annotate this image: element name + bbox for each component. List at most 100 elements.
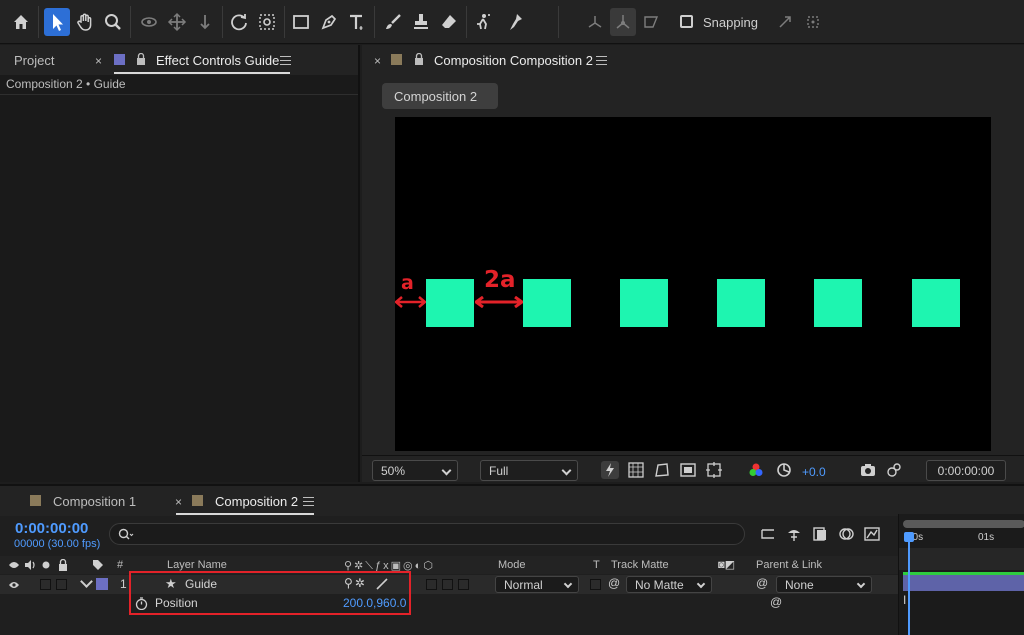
time-ruler[interactable] <box>899 548 1024 570</box>
solo-switch[interactable] <box>40 579 51 590</box>
viewer-controls: 50% Full +0.0 0:00:00:00 <box>362 455 1024 482</box>
frame-blending-icon[interactable] <box>812 526 828 542</box>
adjustment-switch[interactable] <box>426 579 437 590</box>
type-tool-icon[interactable] <box>344 8 370 36</box>
orbit-camera-icon[interactable] <box>136 8 162 36</box>
rectangle-tool-icon[interactable] <box>288 8 314 36</box>
puppet-tool-icon[interactable] <box>502 8 528 36</box>
panel-menu-icon[interactable] <box>596 56 607 65</box>
work-area-bar[interactable] <box>903 520 1024 528</box>
label-tag-icon[interactable] <box>92 559 104 571</box>
panel-menu-icon[interactable] <box>303 497 314 506</box>
header-layer-name[interactable]: Layer Name <box>167 559 227 571</box>
header-track-matte: Track Matte <box>611 559 669 571</box>
close-icon[interactable]: × <box>374 54 381 68</box>
layer-search-input[interactable] <box>109 523 745 545</box>
chevron-down-icon <box>561 465 572 476</box>
pan-camera-icon[interactable] <box>164 8 190 36</box>
header-parent-link: Parent & Link <box>756 559 823 571</box>
show-snapshot-icon[interactable] <box>886 462 902 478</box>
composition-breadcrumb-button[interactable]: Composition 2 <box>382 83 498 109</box>
color-channels-icon[interactable] <box>748 462 764 478</box>
home-icon[interactable] <box>8 8 34 36</box>
layer-label-color[interactable] <box>96 578 108 590</box>
breadcrumb: Composition 2 • Guide <box>6 77 126 91</box>
reset-exposure-icon[interactable] <box>776 462 792 478</box>
active-tab-underline <box>114 72 290 74</box>
effect-switch[interactable] <box>458 579 469 590</box>
motion-blur-icon[interactable] <box>838 526 854 542</box>
pan-behind-icon[interactable] <box>254 8 280 36</box>
axis-local-icon[interactable] <box>582 8 608 36</box>
timeline-current-time[interactable]: 0:00:00:00 <box>15 520 88 537</box>
cyan-square <box>523 279 571 327</box>
exposure-value[interactable]: +0.0 <box>802 465 826 479</box>
hand-tool-icon[interactable] <box>72 8 98 36</box>
expand-chevron-icon[interactable] <box>80 575 93 588</box>
camera-snapshot-icon[interactable] <box>860 462 876 478</box>
label-color-swatch <box>391 54 402 65</box>
close-icon[interactable]: × <box>95 54 102 68</box>
timeline-graph-area[interactable]: 00s 01s I <box>898 514 1024 635</box>
grid-guides-icon[interactable] <box>706 462 722 478</box>
3d-switch[interactable] <box>442 579 453 590</box>
solo-icon[interactable] <box>42 561 50 569</box>
keyframe-marker-icon: I <box>903 593 907 607</box>
track-matte-dropdown[interactable]: No Matte <box>626 576 712 593</box>
blend-mode-dropdown[interactable]: Normal <box>495 576 579 593</box>
left-panel-tabs: Project × Effect Controls Guide <box>0 45 358 75</box>
lock-icon[interactable] <box>58 559 68 571</box>
parent-dropdown[interactable]: None <box>776 576 872 593</box>
pick-whip-icon[interactable]: @ <box>770 595 782 609</box>
resolution-dropdown[interactable]: Full <box>480 460 578 481</box>
visibility-eye-icon[interactable] <box>8 580 20 590</box>
pen-tool-icon[interactable] <box>316 8 342 36</box>
region-of-interest-icon[interactable] <box>680 462 696 478</box>
pick-whip-icon[interactable]: @ <box>756 576 768 590</box>
panel-menu-icon[interactable] <box>280 56 291 65</box>
lock-icon[interactable] <box>414 53 424 65</box>
close-icon[interactable]: × <box>175 495 182 509</box>
dolly-camera-icon[interactable] <box>192 8 218 36</box>
header-mode: Mode <box>498 559 526 571</box>
label-color-swatch <box>114 54 125 65</box>
current-time-display[interactable]: 0:00:00:00 <box>926 460 1006 481</box>
lock-icon[interactable] <box>136 53 146 65</box>
clone-stamp-icon[interactable] <box>408 8 434 36</box>
current-time-indicator-head[interactable] <box>904 532 914 542</box>
selection-tool-icon[interactable] <box>44 8 70 36</box>
composition-viewer[interactable]: a 2a <box>395 117 991 451</box>
comp-flowchart-icon[interactable] <box>760 526 776 542</box>
eye-icon[interactable] <box>8 560 20 570</box>
rotation-tool-icon[interactable] <box>226 8 252 36</box>
eraser-tool-icon[interactable] <box>436 8 462 36</box>
snapping-label: Snapping <box>703 15 758 30</box>
fast-preview-icon[interactable] <box>600 460 620 480</box>
cyan-square <box>620 279 668 327</box>
zoom-dropdown[interactable]: 50% <box>372 460 458 481</box>
cyan-square <box>814 279 862 327</box>
current-time-indicator[interactable] <box>908 540 910 635</box>
mask-visibility-icon[interactable] <box>654 462 670 478</box>
tab-composition-1[interactable]: Composition 1 <box>53 494 136 509</box>
preserve-transparency-switch[interactable] <box>590 579 601 590</box>
graph-editor-icon[interactable] <box>864 526 880 542</box>
snap-grid-icon[interactable] <box>800 8 826 36</box>
lock-switch[interactable] <box>56 579 67 590</box>
axis-world-icon[interactable] <box>610 8 636 36</box>
tab-composition[interactable]: Composition Composition 2 <box>434 53 593 68</box>
brush-tool-icon[interactable] <box>380 8 406 36</box>
layer-duration-bar[interactable] <box>903 572 1024 591</box>
snapping-checkbox[interactable] <box>680 15 693 28</box>
tab-effect-controls[interactable]: Effect Controls Guide <box>156 53 279 68</box>
audio-icon[interactable] <box>24 559 36 571</box>
shy-layers-icon[interactable] <box>786 526 802 542</box>
snap-expand-icon[interactable] <box>772 8 798 36</box>
roto-brush-icon[interactable] <box>470 8 496 36</box>
zoom-tool-icon[interactable] <box>100 8 126 36</box>
chevron-down-icon <box>441 465 452 476</box>
tab-composition-2[interactable]: Composition 2 <box>215 494 298 509</box>
transparency-grid-icon[interactable] <box>628 462 644 478</box>
axis-view-icon[interactable] <box>638 8 664 36</box>
tab-project[interactable]: Project <box>14 53 54 68</box>
